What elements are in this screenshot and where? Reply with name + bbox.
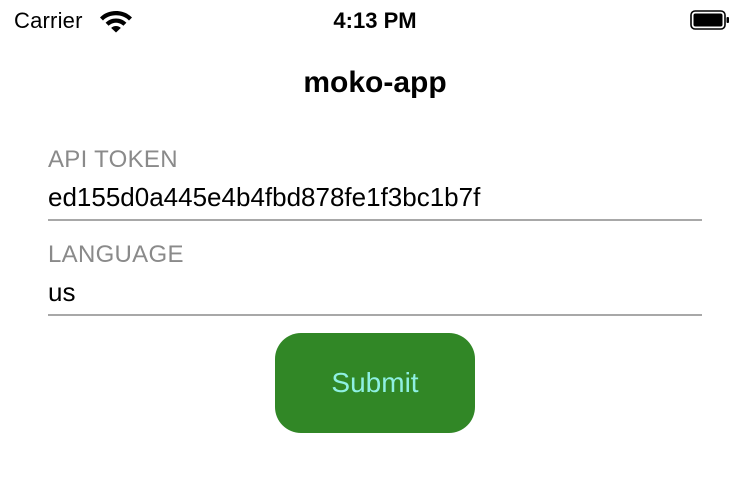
language-underline <box>48 314 702 316</box>
status-bar: Carrier 4:13 PM <box>0 0 750 40</box>
api-token-input[interactable] <box>48 180 702 214</box>
battery-icon <box>690 10 729 30</box>
api-token-field-group: API TOKEN <box>48 146 702 221</box>
api-token-label: API TOKEN <box>48 146 178 173</box>
language-label: LANGUAGE <box>48 241 184 268</box>
page-title: moko-app <box>303 66 447 99</box>
submit-button[interactable]: Submit <box>275 333 475 433</box>
api-token-underline <box>48 219 702 221</box>
clock: 4:13 PM <box>333 8 417 33</box>
language-field-group: LANGUAGE <box>48 241 702 316</box>
language-input[interactable] <box>48 275 702 309</box>
